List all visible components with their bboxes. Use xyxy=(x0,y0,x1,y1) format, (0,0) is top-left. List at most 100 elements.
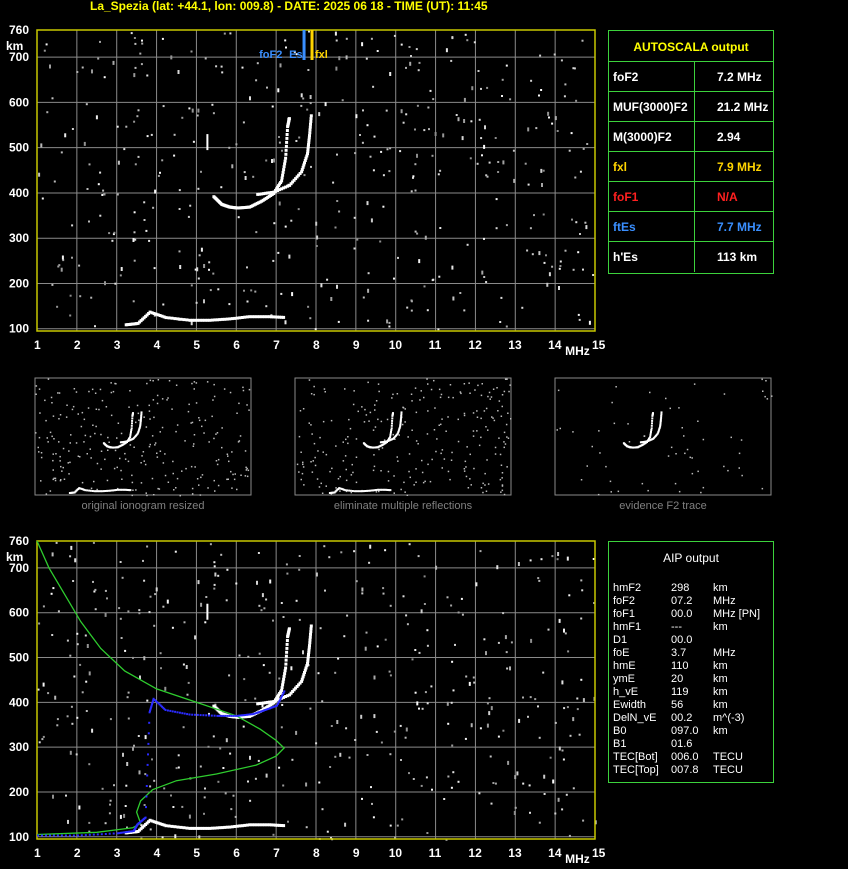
noise-speckle xyxy=(290,666,293,671)
aip-trace-point xyxy=(191,713,194,716)
noise-speckle xyxy=(452,296,455,301)
noise-speckle xyxy=(557,552,560,556)
noise-speckle xyxy=(563,628,565,633)
preview-speckle xyxy=(331,467,333,470)
noise-speckle xyxy=(85,680,88,683)
preview-speckle xyxy=(347,442,349,445)
noise-speckle xyxy=(416,701,419,706)
preview-speckle xyxy=(52,469,54,471)
noise-speckle xyxy=(365,57,368,60)
noise-speckle xyxy=(417,69,420,72)
noise-speckle xyxy=(76,716,79,719)
noise-speckle xyxy=(298,618,301,621)
noise-speckle xyxy=(86,644,89,648)
preview-speckle xyxy=(106,479,109,482)
noise-speckle xyxy=(543,261,546,264)
noise-speckle xyxy=(510,641,513,644)
noise-speckle xyxy=(561,808,564,811)
preview-speckle xyxy=(57,392,59,394)
noise-speckle xyxy=(40,143,43,148)
preview-speckle xyxy=(142,451,145,453)
preview-speckle xyxy=(404,408,406,410)
preview-speckle xyxy=(440,393,443,396)
noise-speckle xyxy=(257,759,260,762)
aip-trace-point xyxy=(169,709,172,712)
noise-speckle xyxy=(104,822,107,825)
noise-speckle xyxy=(579,233,581,235)
noise-speckle xyxy=(295,730,298,735)
noise-speckle xyxy=(353,216,356,219)
preview-speckle xyxy=(69,461,71,464)
preview-trace-point xyxy=(649,434,652,437)
trace-point xyxy=(285,646,289,650)
noise-speckle xyxy=(162,105,165,108)
noise-speckle xyxy=(244,699,247,702)
preview-speckle xyxy=(378,448,380,451)
noise-speckle xyxy=(345,55,348,60)
noise-speckle xyxy=(257,552,260,554)
preview-speckle xyxy=(119,457,121,460)
preview-speckle xyxy=(200,476,202,479)
preview-speckle xyxy=(246,404,248,406)
noise-speckle xyxy=(389,824,392,827)
noise-speckle xyxy=(367,272,370,275)
noise-speckle xyxy=(518,718,521,723)
noise-speckle xyxy=(278,201,281,206)
noise-speckle xyxy=(509,666,511,671)
trace-point xyxy=(185,826,189,830)
preview-speckle xyxy=(410,393,413,395)
noise-speckle xyxy=(45,43,48,46)
noise-speckle xyxy=(204,57,207,60)
noise-speckle xyxy=(558,618,561,623)
preview-trace-point xyxy=(140,416,143,419)
preview-speckle xyxy=(191,487,194,490)
preview-speckle xyxy=(500,415,503,417)
noise-speckle xyxy=(86,188,89,190)
preview-speckle xyxy=(77,413,79,415)
noise-speckle xyxy=(262,664,265,667)
noise-speckle xyxy=(50,592,53,595)
noise-speckle xyxy=(551,555,554,558)
noise-speckle xyxy=(99,171,102,174)
noise-speckle xyxy=(486,702,489,705)
noise-speckle xyxy=(200,247,203,252)
noise-speckle xyxy=(545,254,547,257)
noise-speckle xyxy=(497,641,500,644)
noise-speckle xyxy=(529,227,532,230)
preview-speckle xyxy=(216,432,219,434)
noise-speckle xyxy=(73,675,76,678)
aip-trace-point xyxy=(104,833,107,835)
preview-speckle xyxy=(740,439,743,441)
trace-point xyxy=(285,140,289,144)
noise-speckle xyxy=(446,596,449,599)
noise-speckle xyxy=(365,631,368,634)
noise-speckle xyxy=(380,741,383,744)
preview-speckle xyxy=(44,399,46,402)
preview-speckle xyxy=(143,416,145,418)
noise-speckle xyxy=(146,74,149,77)
noise-speckle xyxy=(538,251,541,256)
preview-speckle xyxy=(181,470,183,472)
preview-speckle xyxy=(157,379,160,381)
x-tick-label: 5 xyxy=(193,338,200,352)
preview-speckle xyxy=(377,418,379,421)
noise-speckle xyxy=(339,752,342,757)
noise-speckle xyxy=(95,115,98,120)
preview-speckle xyxy=(378,390,380,393)
noise-speckle xyxy=(222,767,225,769)
preview-speckle xyxy=(723,393,726,395)
preview-speckle xyxy=(140,462,142,464)
preview-speckle xyxy=(175,487,177,489)
preview-speckle xyxy=(175,430,177,433)
noise-speckle xyxy=(285,46,287,49)
preview-speckle xyxy=(451,451,453,454)
noise-speckle xyxy=(260,609,263,612)
noise-speckle xyxy=(340,551,343,554)
noise-speckle xyxy=(280,726,283,729)
noise-speckle xyxy=(480,87,482,90)
preview-speckle xyxy=(104,458,106,461)
noise-speckle xyxy=(141,39,143,42)
trace-point xyxy=(285,650,289,654)
noise-speckle xyxy=(228,303,231,306)
preview-speckle xyxy=(506,436,508,438)
